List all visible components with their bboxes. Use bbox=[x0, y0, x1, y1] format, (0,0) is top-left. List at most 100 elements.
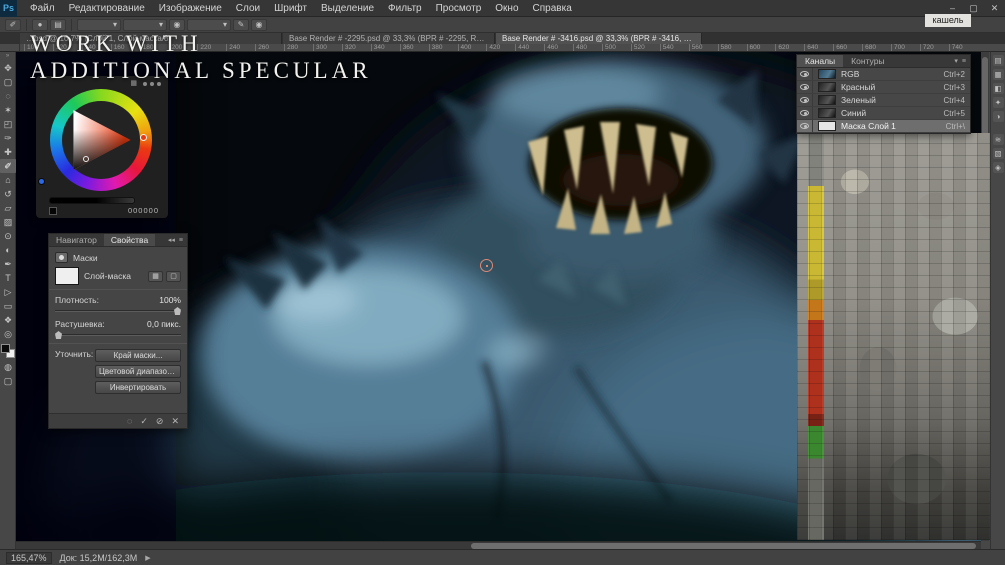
feather-value[interactable]: 0,0 пикс. bbox=[147, 319, 181, 329]
channels-collapse-icon[interactable]: ▾ bbox=[954, 55, 958, 67]
eyedropper-tool[interactable]: ✑ bbox=[0, 131, 16, 145]
channel-row-blue[interactable]: Синий Ctrl+5 bbox=[797, 107, 970, 120]
path-selection-tool[interactable]: ▷ bbox=[0, 285, 16, 299]
tab-paths[interactable]: Контуры bbox=[843, 55, 892, 67]
quick-mask-toggle[interactable]: ◍ bbox=[0, 360, 16, 374]
brush-panel-toggle-icon[interactable]: ▤ bbox=[50, 19, 66, 31]
document-tab-3-active[interactable]: Base Render # -3416.psd @ 33,3% (BPR # -… bbox=[496, 33, 702, 44]
invert-button[interactable]: Инвертировать bbox=[95, 381, 181, 394]
mask-edge-button[interactable]: Край маски... bbox=[95, 349, 181, 362]
menu-edit[interactable]: Редактирование bbox=[62, 0, 152, 17]
tab-channels[interactable]: Каналы bbox=[797, 55, 843, 67]
flow-dropdown[interactable]: ▾ bbox=[187, 19, 231, 31]
visibility-toggle[interactable] bbox=[797, 107, 813, 119]
zoom-tool[interactable]: ◎ bbox=[0, 327, 16, 341]
visibility-toggle[interactable] bbox=[797, 68, 813, 80]
swatches-panel-icon[interactable]: ▦ bbox=[993, 69, 1004, 80]
density-slider-thumb[interactable] bbox=[174, 307, 181, 315]
pressure-opacity-toggle-icon[interactable]: ◉ bbox=[169, 19, 185, 31]
density-value[interactable]: 100% bbox=[159, 295, 181, 305]
document-tab-2[interactable]: Base Render # -2295.psd @ 33,3% (BPR # -… bbox=[283, 33, 495, 44]
pressure-size-toggle-icon[interactable]: ◉ bbox=[251, 19, 267, 31]
brush-tool[interactable]: ✐ bbox=[0, 159, 16, 173]
visibility-toggle[interactable] bbox=[797, 94, 813, 106]
layers-panel-icon[interactable]: ▧ bbox=[993, 148, 1004, 159]
channels-menu-icon[interactable]: ≡ bbox=[962, 55, 966, 67]
panel-menu-icon[interactable]: ≡ bbox=[179, 234, 183, 246]
apply-mask-icon[interactable]: ✓ bbox=[140, 416, 148, 427]
menu-window[interactable]: Окно bbox=[488, 0, 525, 17]
value-slider[interactable] bbox=[49, 197, 135, 204]
vector-mask-icon[interactable]: ▢ bbox=[166, 271, 181, 282]
channel-row-rgb[interactable]: RGB Ctrl+2 bbox=[797, 68, 970, 81]
menu-filter[interactable]: Фильтр bbox=[381, 0, 429, 17]
tab-properties[interactable]: Свойства bbox=[104, 234, 155, 246]
disable-mask-icon[interactable]: ⊘ bbox=[156, 416, 164, 427]
menu-help[interactable]: Справка bbox=[526, 0, 579, 17]
menu-view[interactable]: Просмотр bbox=[429, 0, 489, 17]
info-panel-icon[interactable]: ◑ bbox=[993, 111, 1004, 122]
menu-type[interactable]: Шрифт bbox=[267, 0, 314, 17]
styles-panel-icon[interactable]: ✦ bbox=[993, 97, 1004, 108]
opacity-dropdown[interactable]: ▾ bbox=[123, 19, 167, 31]
history-panel-icon[interactable]: ◈ bbox=[993, 162, 1004, 173]
type-tool[interactable]: T bbox=[0, 271, 16, 285]
crop-tool[interactable]: ◰ bbox=[0, 117, 16, 131]
foreground-color-swatch[interactable] bbox=[1, 344, 10, 353]
tool-preset-picker[interactable]: ✐ bbox=[5, 19, 21, 31]
adjustments-panel-icon[interactable]: ◧ bbox=[993, 83, 1004, 94]
feather-label: Растушевка: bbox=[55, 319, 105, 329]
close-button[interactable]: ✕ bbox=[984, 0, 1005, 17]
hex-value[interactable]: 000000 bbox=[128, 206, 159, 215]
panel-collapse-icon[interactable]: ◂◂ bbox=[168, 234, 175, 246]
layer-mask-thumbnail[interactable] bbox=[55, 267, 79, 285]
pixel-mask-icon[interactable]: ▦ bbox=[148, 271, 163, 282]
shape-tool[interactable]: ▭ bbox=[0, 299, 16, 313]
lasso-tool[interactable]: ◌ bbox=[0, 89, 16, 103]
delete-mask-icon[interactable]: ✕ bbox=[171, 416, 179, 427]
photoshop-logo[interactable]: Ps bbox=[0, 0, 17, 17]
visibility-toggle[interactable] bbox=[797, 81, 813, 93]
eraser-tool[interactable]: ▱ bbox=[0, 201, 16, 215]
marquee-tool[interactable]: ▢ bbox=[0, 75, 16, 89]
channel-row-green[interactable]: Зеленый Ctrl+4 bbox=[797, 94, 970, 107]
gradient-tool[interactable]: ▨ bbox=[0, 215, 16, 229]
move-tool[interactable]: ✥ bbox=[0, 61, 16, 75]
blur-tool[interactable]: ⊙ bbox=[0, 229, 16, 243]
tools-collapse-icon[interactable]: » bbox=[0, 52, 15, 61]
current-color-swatch[interactable] bbox=[49, 207, 57, 215]
density-slider[interactable] bbox=[55, 310, 181, 312]
menu-select[interactable]: Выделение bbox=[314, 0, 381, 17]
visibility-toggle[interactable] bbox=[797, 120, 813, 132]
saturation-marker[interactable] bbox=[83, 156, 89, 162]
dodge-tool[interactable]: ◐ bbox=[0, 243, 16, 257]
load-selection-icon[interactable]: ◌ bbox=[127, 416, 132, 426]
airbrush-toggle-icon[interactable]: ✎ bbox=[233, 19, 249, 31]
horizontal-scrollbar[interactable] bbox=[16, 541, 981, 549]
menu-layers[interactable]: Слои bbox=[229, 0, 267, 17]
brush-size-picker[interactable]: ● bbox=[32, 19, 48, 31]
healing-brush-tool[interactable]: ✚ bbox=[0, 145, 16, 159]
menu-image[interactable]: Изображение bbox=[152, 0, 229, 17]
channel-row-red[interactable]: Красный Ctrl+3 bbox=[797, 81, 970, 94]
quick-selection-tool[interactable]: ✶ bbox=[0, 103, 16, 117]
menu-file[interactable]: Файл bbox=[23, 0, 62, 17]
feather-slider[interactable] bbox=[55, 334, 181, 336]
status-options-arrow[interactable]: ▶ bbox=[145, 554, 150, 562]
color-panel-icon[interactable]: ▤ bbox=[993, 55, 1004, 66]
color-range-button[interactable]: Цветовой диапазон... bbox=[95, 365, 181, 378]
blend-mode-dropdown[interactable]: ▾ bbox=[77, 19, 121, 31]
history-brush-tool[interactable]: ↺ bbox=[0, 187, 16, 201]
histogram-panel-icon[interactable]: ≋ bbox=[993, 134, 1004, 145]
pen-tool[interactable]: ✒ bbox=[0, 257, 16, 271]
hue-marker[interactable] bbox=[140, 134, 147, 141]
clone-stamp-tool[interactable]: ⌂ bbox=[0, 173, 16, 187]
channel-row-mask[interactable]: Маска Слой 1 Ctrl+\ bbox=[797, 120, 970, 133]
zoom-level-field[interactable]: 165,47% bbox=[6, 552, 52, 564]
tab-navigator[interactable]: Навигатор bbox=[49, 234, 104, 246]
masks-icon bbox=[55, 252, 68, 263]
screen-mode-toggle[interactable]: ▢ bbox=[0, 374, 16, 388]
feather-slider-thumb[interactable] bbox=[55, 331, 62, 339]
hand-tool[interactable]: ❖ bbox=[0, 313, 16, 327]
secondary-color-dot[interactable] bbox=[38, 178, 45, 185]
